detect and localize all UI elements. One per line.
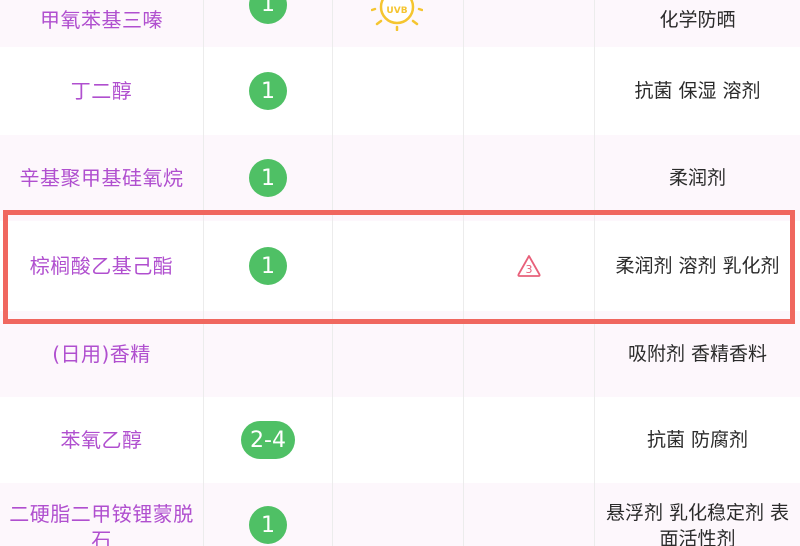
risk-badge: 1	[249, 159, 287, 197]
ingredient-name[interactable]: 二硬脂二甲铵锂蒙脱石	[7, 501, 197, 546]
ingredient-name[interactable]: 丁二醇	[71, 78, 133, 104]
ingredient-function: 抗菌 保湿 溶剂	[634, 80, 761, 102]
ingredient-function: 柔润剂	[668, 167, 726, 189]
table-row[interactable]: 苯氧乙醇 2-4 抗菌 防腐剂	[0, 397, 800, 483]
risk-badge: 1	[249, 72, 287, 110]
uvb-sun-icon: UVB	[371, 0, 423, 31]
svg-text:UVB: UVB	[386, 6, 407, 16]
ingredient-name[interactable]: (日用)香精	[52, 341, 151, 367]
acne-risk-triangle-icon: 3	[517, 255, 541, 277]
ingredient-function: 柔润剂 溶剂 乳化剂	[615, 255, 780, 277]
table-row[interactable]: 丁二醇 1 抗菌 保湿 溶剂	[0, 47, 800, 135]
risk-badge: 1	[249, 506, 287, 544]
svg-text:3: 3	[526, 263, 533, 276]
table-row[interactable]: 辛基聚甲基硅氧烷 1 柔润剂	[0, 135, 800, 221]
table-row[interactable]: (日用)香精 吸附剂 香精香料	[0, 311, 800, 397]
risk-badge: 1	[249, 0, 287, 24]
ingredient-function: 化学防晒	[659, 8, 736, 31]
table-row-highlighted[interactable]: 棕榈酸乙基己酯 1 3 柔润剂 溶剂 乳化剂	[0, 221, 800, 311]
table-row[interactable]: 二硬脂二甲铵锂蒙脱石 1 悬浮剂 乳化稳定剂 表面活性剂	[0, 483, 800, 546]
ingredient-name[interactable]: 辛基聚甲基硅氧烷	[20, 165, 184, 191]
ingredient-function: 悬浮剂 乳化稳定剂 表面活性剂	[605, 502, 790, 546]
ingredient-function: 吸附剂 香精香料	[627, 343, 768, 365]
ingredient-name[interactable]: 苯氧乙醇	[61, 427, 143, 453]
table-row[interactable]: 甲氧苯基三嗪 1 UVB 化学防晒	[0, 0, 800, 47]
risk-badge: 2-4	[241, 421, 295, 459]
ingredient-name[interactable]: 甲氧苯基三嗪	[40, 0, 163, 33]
risk-badge: 1	[249, 247, 287, 285]
ingredient-name[interactable]: 棕榈酸乙基己酯	[30, 253, 174, 279]
ingredient-function: 抗菌 防腐剂	[646, 429, 749, 451]
